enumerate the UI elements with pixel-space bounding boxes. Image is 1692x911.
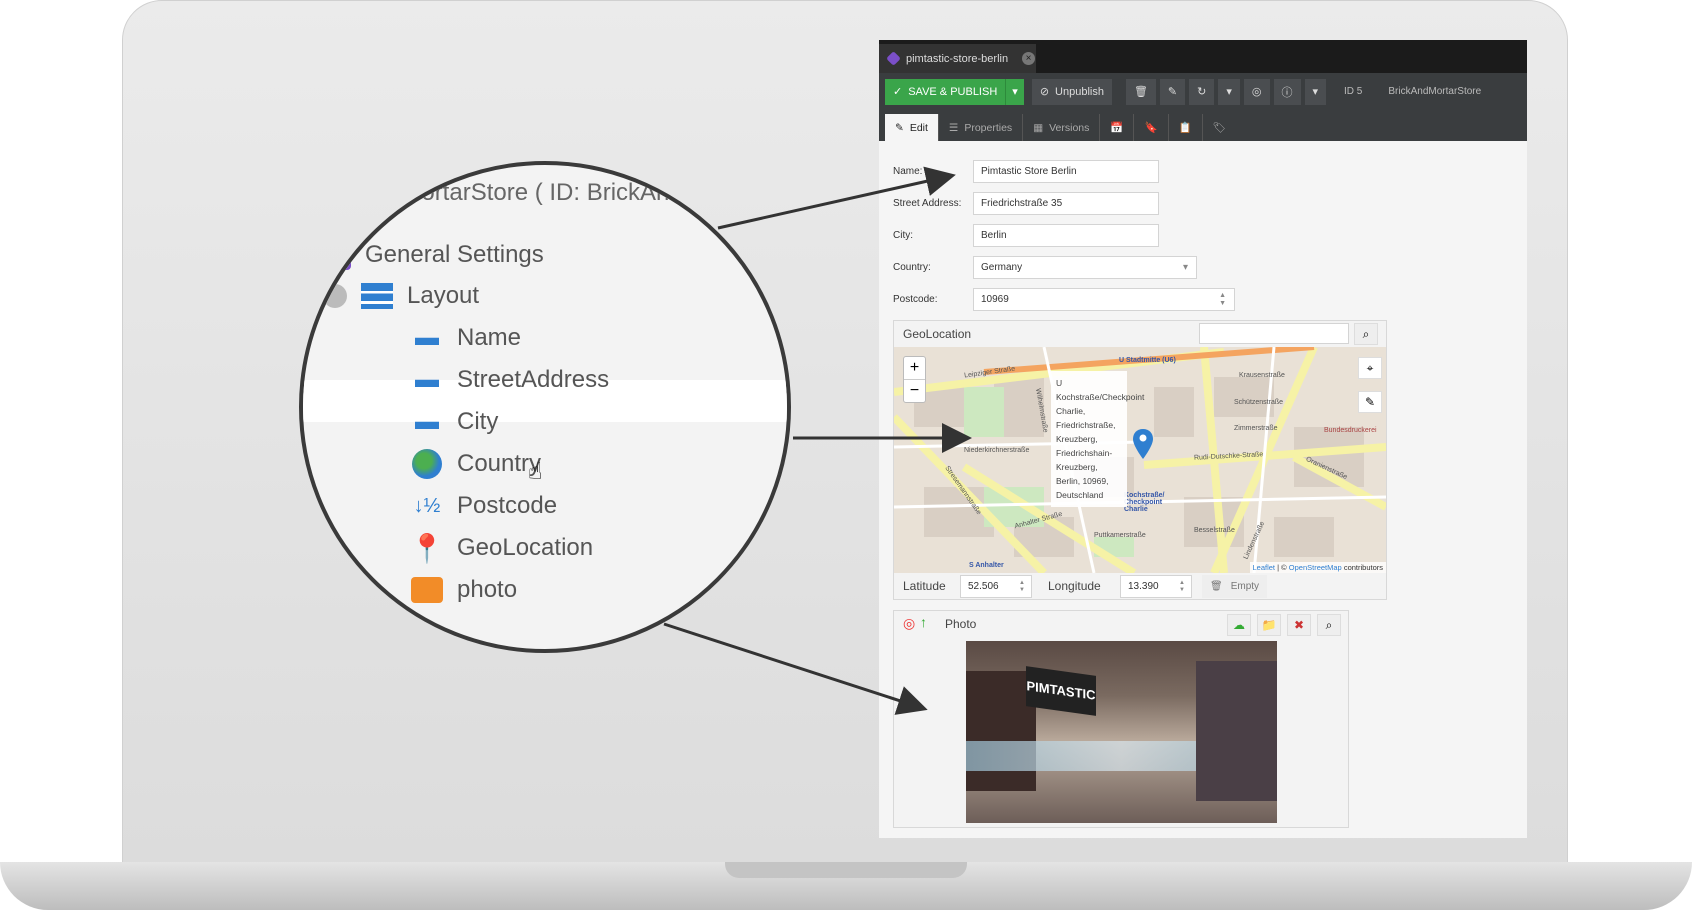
hand-cursor-icon: ☝ <box>528 458 543 485</box>
tree-item-city[interactable]: ▬ City <box>411 408 498 436</box>
numeric-sort-icon: ↓½ <box>413 494 441 517</box>
input-field-icon: ▬ <box>415 408 439 435</box>
tree-item-photo[interactable]: photo <box>411 576 517 604</box>
tree-item-general-settings[interactable]: General Settings <box>323 240 544 270</box>
input-field-icon: ▬ <box>415 324 439 351</box>
tree-label: StreetAddress <box>457 366 610 393</box>
panel-icon <box>323 240 351 270</box>
callout-arrows <box>663 166 972 715</box>
tree-label: City <box>457 408 499 435</box>
tree-label: Name <box>457 324 522 351</box>
tree-item-postcode[interactable]: ↓½ Postcode <box>411 492 557 520</box>
tree-item-layout[interactable]: Layout <box>323 282 479 310</box>
magnified-class-tree: dMortarStore ( ID: BrickAnd General Sett… <box>299 161 791 653</box>
tree-label: GeoLocation <box>457 534 594 561</box>
tree-item-country[interactable]: Country <box>411 449 541 479</box>
image-icon <box>411 577 443 603</box>
layout-icon <box>361 283 393 309</box>
tree-item-name[interactable]: ▬ Name <box>411 324 521 352</box>
tree-item-geolocation[interactable]: 📍 GeoLocation <box>409 532 594 564</box>
map-pin-icon: 📍 <box>409 532 445 564</box>
tree-label: Layout <box>407 282 480 309</box>
class-header: dMortarStore ( ID: BrickAnd <box>388 179 683 206</box>
tree-label: Postcode <box>457 492 558 519</box>
collapse-icon[interactable] <box>323 284 347 308</box>
tree-label: General Settings <box>365 241 544 268</box>
globe-icon <box>411 449 443 479</box>
tree-item-streetaddress[interactable]: ▬ StreetAddress <box>411 366 609 394</box>
input-field-icon: ▬ <box>415 366 439 393</box>
tree-label: photo <box>457 576 518 603</box>
